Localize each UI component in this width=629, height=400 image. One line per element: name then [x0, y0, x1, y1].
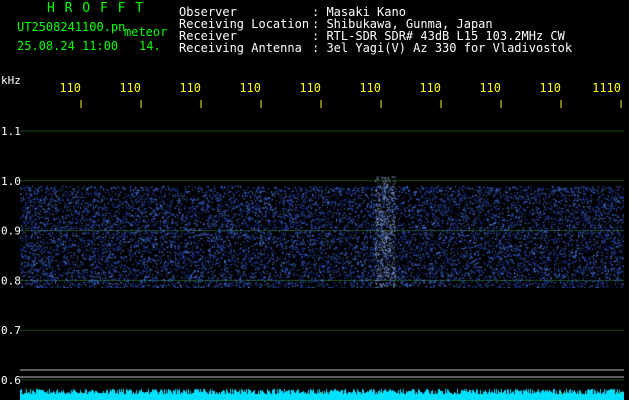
x-tick-label: 110 — [539, 81, 561, 95]
y-tick-label: 1.0 — [1, 175, 21, 188]
x-tick-label: 110 — [359, 81, 381, 95]
baseline-noise — [20, 388, 624, 400]
y-tick-label: 1.1 — [1, 125, 21, 138]
x-tick-label: 1110 — [592, 81, 621, 95]
x-axis-labels: 110 110 110 110 110 110 110 110 110 1110 — [59, 81, 621, 95]
y-tick-label: 0.7 — [1, 324, 21, 337]
y-tick-label: 0.9 — [1, 225, 21, 238]
y-tick-label: 0.6 — [1, 374, 21, 387]
x-tick-label: 110 — [119, 81, 141, 95]
y-tick-label: 0.8 — [1, 274, 21, 287]
x-tick-label: 110 — [419, 81, 441, 95]
y-unit-label: kHz — [1, 74, 21, 87]
signal-noise-band — [20, 168, 624, 288]
x-tick-label: 110 — [299, 81, 321, 95]
x-tick-label: 110 — [479, 81, 501, 95]
x-tick-label: 110 — [59, 81, 81, 95]
x-tick-label: 110 — [239, 81, 261, 95]
x-tick-label: 110 — [179, 81, 201, 95]
y-axis-labels: 1.1 1.0 0.9 0.8 0.7 0.6 — [1, 125, 21, 387]
